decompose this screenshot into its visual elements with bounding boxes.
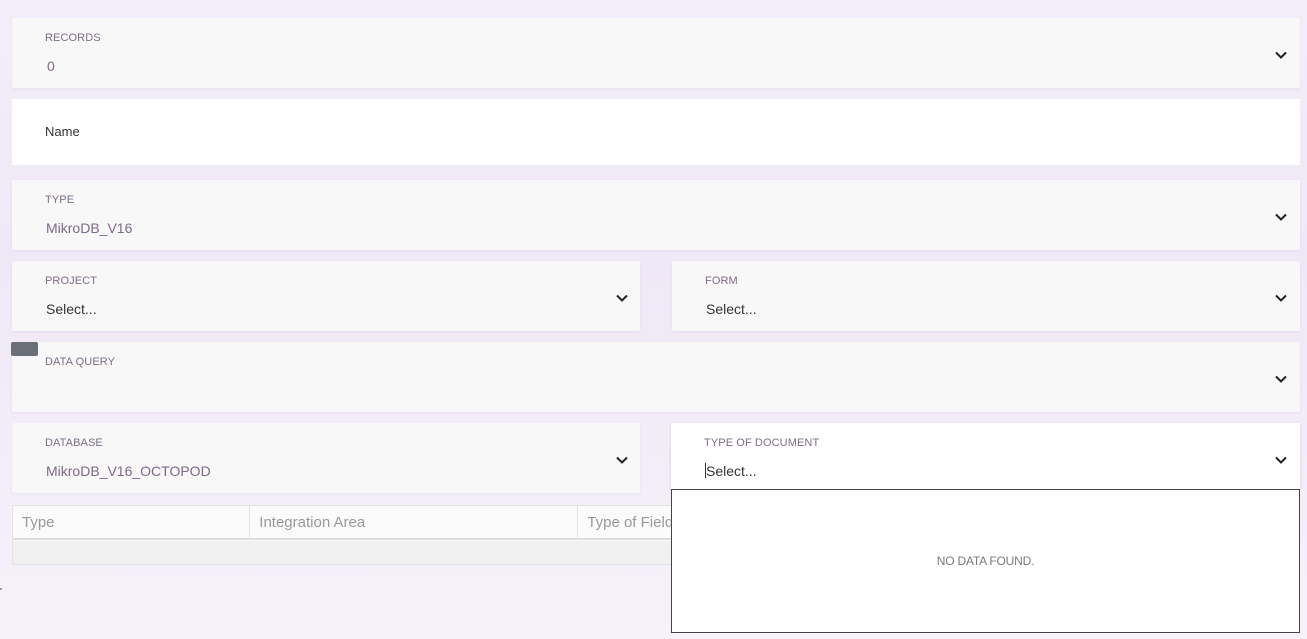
table-body	[13, 541, 681, 564]
type-of-document-dropdown-menu: NO DATA FOUND.	[671, 489, 1300, 633]
name-field[interactable]: Name	[12, 99, 1300, 165]
toggle-button[interactable]	[11, 342, 38, 356]
type-of-document-label: TYPE OF DOCUMENT	[704, 437, 820, 449]
type-of-document-input[interactable]: Select...	[705, 463, 757, 479]
empty-state-message: NO DATA FOUND.	[936, 554, 1035, 568]
database-label: DATABASE	[45, 437, 103, 449]
database-select[interactable]: DATABASE MikroDB_V16_OCTOPOD	[12, 423, 640, 493]
chevron-down-icon[interactable]	[1274, 453, 1288, 467]
records-value: 0	[47, 58, 55, 74]
chevron-down-icon[interactable]	[1274, 210, 1288, 224]
column-header-type[interactable]: Type	[13, 506, 251, 539]
data-query-label: DATA QUERY	[45, 356, 116, 368]
form-label: FORM	[705, 275, 738, 287]
type-value: MikroDB_V16	[46, 220, 133, 236]
type-label: TYPE	[45, 194, 75, 206]
chevron-down-icon[interactable]	[615, 453, 629, 467]
project-value: Select...	[46, 301, 97, 317]
integration-table: Type Integration Area Type of Field	[12, 505, 682, 565]
table-header: Type Integration Area Type of Field	[13, 506, 681, 540]
chevron-down-icon[interactable]	[1274, 48, 1288, 62]
column-header-integration-area[interactable]: Integration Area	[250, 506, 579, 539]
column-header-type-of-field[interactable]: Type of Field	[578, 506, 681, 539]
chevron-down-icon[interactable]	[1274, 372, 1288, 386]
name-placeholder: Name	[45, 124, 80, 139]
form-select[interactable]: FORM Select...	[672, 261, 1300, 331]
records-label: RECORDS	[45, 32, 101, 44]
type-select[interactable]: TYPE MikroDB_V16	[12, 180, 1300, 250]
records-select[interactable]: RECORDS 0	[12, 18, 1300, 88]
data-query-select[interactable]: DATA QUERY	[12, 342, 1300, 412]
database-value: MikroDB_V16_OCTOPOD	[46, 463, 211, 479]
divider	[0, 588, 2, 590]
project-select[interactable]: PROJECT Select...	[12, 261, 640, 331]
chevron-down-icon[interactable]	[1274, 291, 1288, 305]
type-of-document-select[interactable]: TYPE OF DOCUMENT Select...	[671, 423, 1300, 490]
form-value: Select...	[706, 301, 757, 317]
chevron-down-icon[interactable]	[615, 291, 629, 305]
project-label: PROJECT	[45, 275, 98, 287]
type-of-document-value: Select...	[706, 463, 757, 479]
